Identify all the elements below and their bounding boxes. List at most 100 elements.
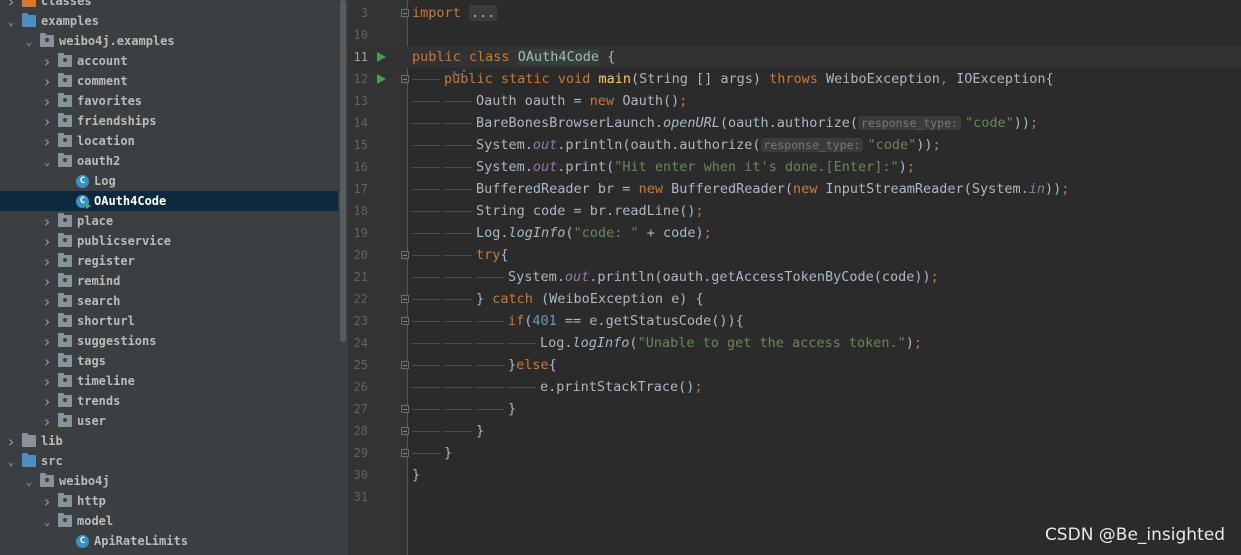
chevron-right-icon[interactable]: ›: [40, 272, 54, 291]
fold-toggle-icon[interactable]: [401, 427, 409, 435]
code-line[interactable]: if(401 == e.getStatusCode()){: [508, 310, 744, 332]
tree-item-src[interactable]: ⌄ src: [0, 451, 338, 471]
package-icon: [58, 133, 72, 147]
code-line[interactable]: try{: [476, 244, 509, 266]
code-line[interactable]: BufferedReader br = new BufferedReader(n…: [476, 178, 1069, 200]
code-line[interactable]: Log.logInfo("Unable to get the access to…: [540, 332, 922, 354]
tree-item-friendships[interactable]: › friendships: [0, 111, 338, 131]
chevron-right-icon[interactable]: ›: [40, 132, 54, 151]
code-line[interactable]: public class OAuth4Code {: [412, 46, 615, 68]
code-line[interactable]: }: [476, 420, 484, 442]
tree-item-place[interactable]: › place: [0, 211, 338, 231]
code-line[interactable]: }: [508, 398, 516, 420]
run-gutter-icon[interactable]: [377, 74, 386, 84]
code-line[interactable]: String code = br.readLine();: [476, 200, 704, 222]
tree-item-account[interactable]: › account: [0, 51, 338, 71]
tree-item-weibo4j-examples[interactable]: ⌄ weibo4j.examples: [0, 31, 338, 51]
tree-item-comment[interactable]: › comment: [0, 71, 338, 91]
fold-toggle-icon[interactable]: [401, 317, 409, 325]
code-line[interactable]: public static void main(String [] args) …: [444, 68, 1054, 90]
code-line[interactable]: Log.logInfo("code: " + code);: [476, 222, 712, 244]
tree-item-classes[interactable]: › classes: [0, 0, 338, 11]
tree-item-location[interactable]: › location: [0, 131, 338, 151]
tree-item-favorites[interactable]: › favorites: [0, 91, 338, 111]
chevron-right-icon[interactable]: ›: [40, 112, 54, 131]
indent-guide: [444, 277, 472, 278]
chevron-right-icon[interactable]: ›: [40, 392, 54, 411]
code-line[interactable]: BareBonesBrowserLaunch.openURL(oauth.aut…: [476, 112, 1038, 134]
code-line[interactable]: }: [444, 442, 452, 464]
code-token: ;: [1030, 115, 1039, 131]
chevron-right-icon[interactable]: ›: [40, 332, 54, 351]
chevron-down-icon[interactable]: ⌄: [22, 35, 36, 48]
tree-item-tags[interactable]: › tags: [0, 351, 338, 371]
tree-item-register[interactable]: › register: [0, 251, 338, 271]
chevron-right-icon[interactable]: ›: [40, 52, 54, 71]
project-tree-scroll-thumb[interactable]: [340, 0, 346, 342]
chevron-right-icon[interactable]: ›: [40, 372, 54, 391]
fold-toggle-icon[interactable]: [401, 251, 409, 259]
tree-item-user[interactable]: › user: [0, 411, 338, 431]
indent-guide: [412, 145, 440, 146]
chevron-down-icon[interactable]: ⌄: [4, 15, 18, 28]
project-tree-scrollbar[interactable]: [338, 0, 348, 555]
chevron-right-icon[interactable]: ›: [40, 412, 54, 431]
chevron-down-icon[interactable]: ⌄: [22, 475, 36, 488]
code-line[interactable]: } catch (WeiboException e) {: [476, 288, 704, 310]
code-author-hint[interactable]: ✁˅: [452, 68, 467, 81]
chevron-down-icon[interactable]: ⌄: [40, 515, 54, 528]
chevron-right-icon[interactable]: ›: [40, 92, 54, 111]
code-token: public: [412, 49, 469, 65]
tree-item-timeline[interactable]: › timeline: [0, 371, 338, 391]
chevron-right-icon[interactable]: ›: [40, 232, 54, 251]
tree-item-oauth2[interactable]: ⌄ oauth2: [0, 151, 338, 171]
chevron-down-icon[interactable]: ⌄: [4, 455, 18, 468]
run-gutter-icon[interactable]: [377, 52, 386, 62]
chevron-down-icon[interactable]: ⌄: [40, 155, 54, 168]
tree-item-log[interactable]: C Log: [0, 171, 338, 191]
chevron-right-icon[interactable]: ›: [4, 432, 18, 451]
code-line[interactable]: Oauth oauth = new Oauth();: [476, 90, 687, 112]
tree-item-trends[interactable]: › trends: [0, 391, 338, 411]
tree-item-remind[interactable]: › remind: [0, 271, 338, 291]
chevron-right-icon[interactable]: ›: [40, 252, 54, 271]
chevron-right-icon[interactable]: ›: [40, 312, 54, 331]
code-line[interactable]: }: [412, 464, 420, 486]
tree-item-suggestions[interactable]: › suggestions: [0, 331, 338, 351]
tree-item-publicservice[interactable]: › publicservice: [0, 231, 338, 251]
chevron-right-icon[interactable]: ›: [40, 352, 54, 371]
code-line[interactable]: e.printStackTrace();: [540, 376, 703, 398]
fold-toggle-icon[interactable]: [401, 449, 409, 457]
tree-item-shorturl[interactable]: › shorturl: [0, 311, 338, 331]
tree-item-examples[interactable]: ⌄ examples: [0, 11, 338, 31]
fold-toggle-icon[interactable]: [401, 75, 409, 83]
code-line[interactable]: }else{: [508, 354, 557, 376]
java-class-icon: C: [76, 174, 89, 188]
tree-item-search[interactable]: › search: [0, 291, 338, 311]
chevron-right-icon[interactable]: ›: [4, 0, 18, 11]
tree-item-lib[interactable]: › lib: [0, 431, 338, 451]
fold-toggle-icon[interactable]: [401, 405, 409, 413]
line-number: 22: [353, 292, 368, 306]
runnable-class-icon: C: [76, 194, 91, 209]
code-line[interactable]: System.out.print("Hit enter when it's do…: [476, 156, 915, 178]
chevron-right-icon[interactable]: ›: [40, 292, 54, 311]
code-line[interactable]: System.out.println(oauth.authorize(respo…: [476, 134, 941, 156]
fold-toggle-icon[interactable]: [401, 361, 409, 369]
tree-item-model[interactable]: ⌄ model: [0, 511, 338, 531]
code-line[interactable]: import ...: [412, 2, 498, 24]
line-number: 11: [353, 50, 368, 64]
tree-item-apiratelimits[interactable]: C ApiRateLimits: [0, 531, 338, 551]
fold-toggle-icon[interactable]: [401, 295, 409, 303]
folded-imports[interactable]: ...: [468, 5, 498, 21]
code-line[interactable]: System.out.println(oauth.getAccessTokenB…: [508, 266, 939, 288]
tree-item-oauth4code[interactable]: C OAuth4Code: [0, 191, 338, 211]
line-number: 23: [353, 314, 368, 328]
code-token: }: [444, 445, 453, 461]
tree-item-http[interactable]: › http: [0, 491, 338, 511]
tree-item-weibo4j[interactable]: ⌄ weibo4j: [0, 471, 338, 491]
chevron-right-icon[interactable]: ›: [40, 72, 54, 91]
chevron-right-icon[interactable]: ›: [40, 492, 54, 511]
fold-toggle-icon[interactable]: [401, 9, 409, 17]
chevron-right-icon[interactable]: ›: [40, 212, 54, 231]
